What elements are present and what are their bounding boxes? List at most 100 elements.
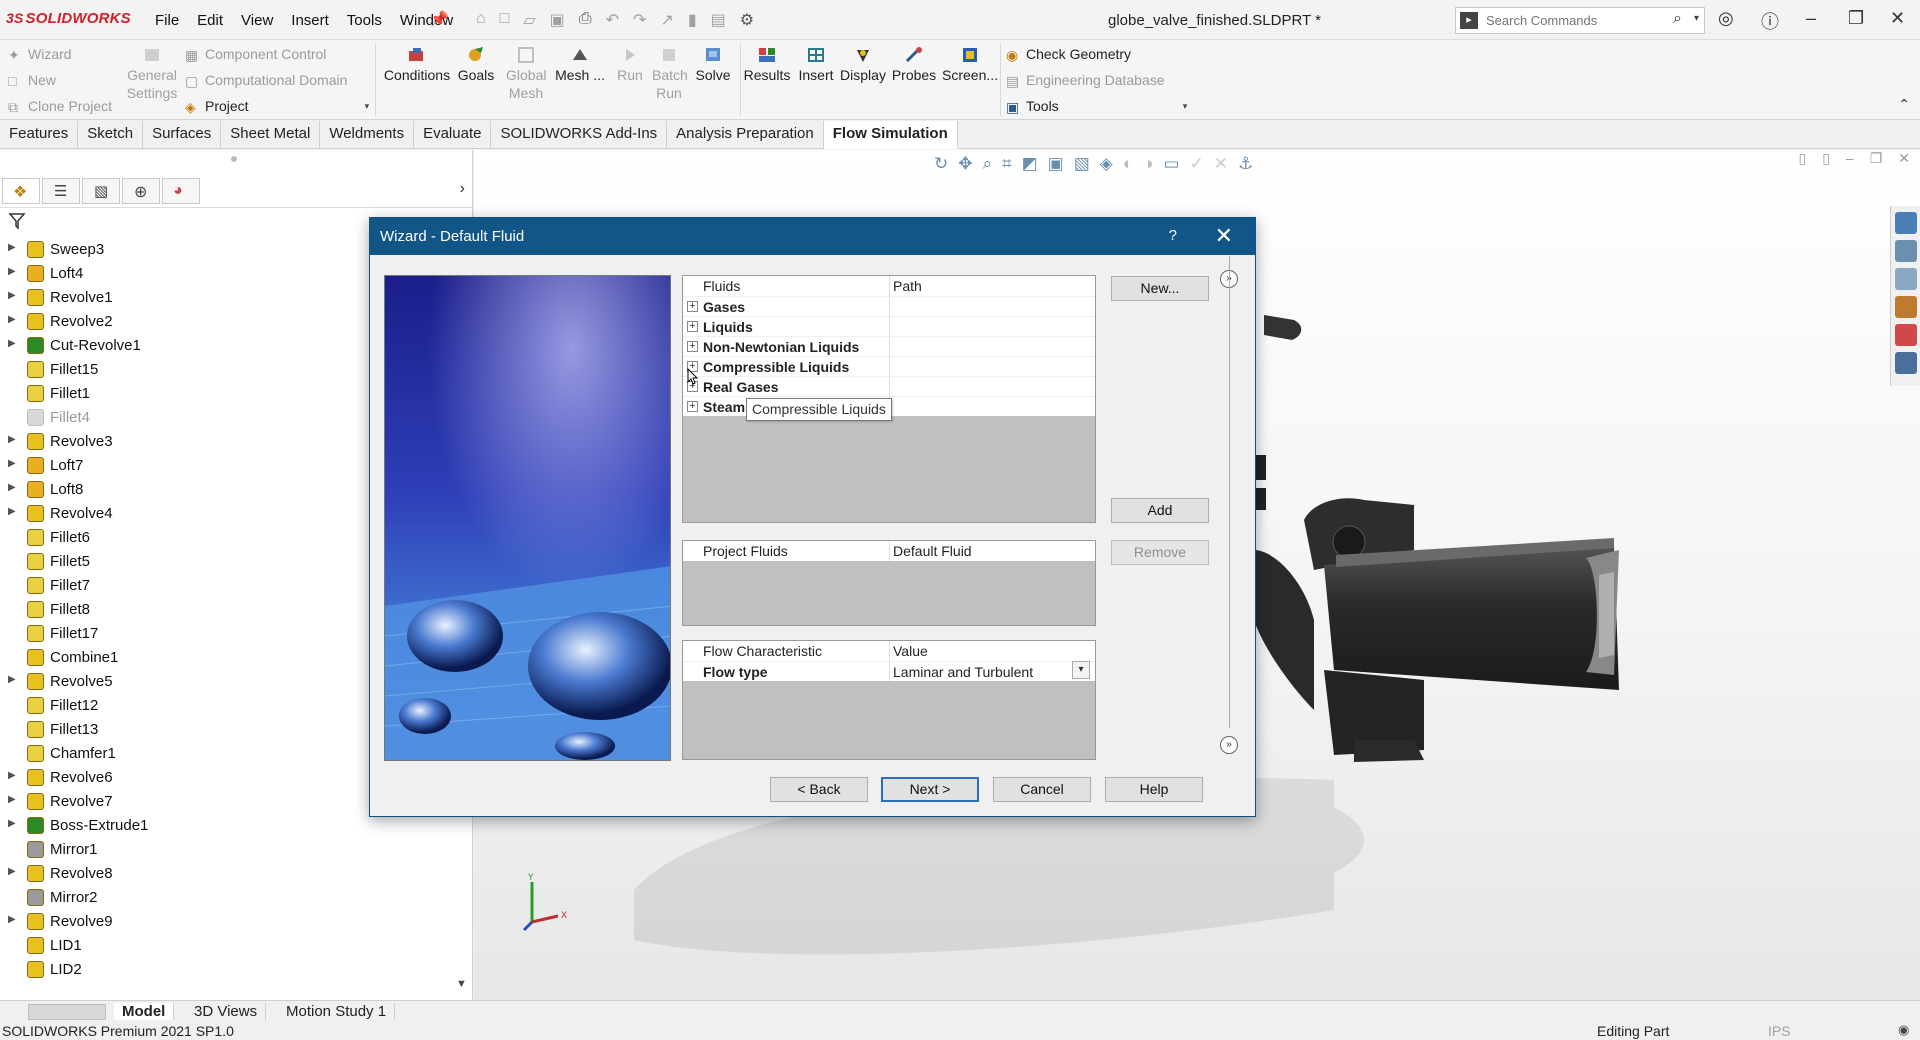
options-gear-icon[interactable]: ⚙ — [740, 10, 754, 30]
project-dropdown-icon[interactable]: ▾ — [365, 101, 370, 112]
engineering-database-command[interactable]: ▤ Engineering Database — [1006, 72, 1165, 89]
tree-item[interactable]: ▶ Revolve8 — [0, 862, 440, 886]
redo-icon[interactable]: ↷ — [633, 10, 646, 30]
flow-type-dropdown-icon[interactable]: ▾ — [1072, 661, 1090, 679]
print-icon[interactable]: ⎙ — [579, 10, 592, 30]
configuration-manager-tab[interactable]: ▧ — [82, 178, 120, 204]
menu-insert[interactable]: Insert — [282, 12, 338, 29]
tab-motion-study-1[interactable]: Motion Study 1 — [278, 1003, 396, 1020]
feature-manager-tab[interactable]: ❖ — [2, 178, 40, 204]
dialog-title-bar[interactable]: Wizard - Default Fluid ? ✕ — [370, 218, 1255, 255]
expand-icon[interactable]: + — [687, 321, 698, 332]
pin-icon[interactable]: 📌 — [430, 10, 449, 28]
menu-window[interactable]: Window — [391, 12, 462, 29]
path-column-header[interactable]: Path — [893, 278, 922, 294]
default-fluid-column-header[interactable]: Default Fluid — [893, 543, 972, 559]
conditions-button[interactable]: Conditions — [382, 46, 452, 84]
save-icon[interactable]: ▣ — [550, 10, 565, 30]
appearances-icon[interactable] — [1895, 324, 1917, 346]
search-icon[interactable]: ⌕ — [1673, 10, 1682, 28]
custom-properties-icon[interactable] — [1895, 352, 1917, 374]
tab-solidworks-add-ins[interactable]: SOLIDWORKS Add-Ins — [491, 121, 668, 149]
display-manager-tab[interactable]: ◕ — [162, 178, 200, 204]
run-button[interactable]: Run — [612, 46, 648, 84]
screen-button[interactable]: Screen... — [942, 46, 998, 84]
next-button[interactable]: Next > — [881, 777, 979, 802]
wizard-command[interactable]: ✦ Wizard — [8, 46, 72, 63]
menu-file[interactable]: File — [146, 12, 188, 29]
dimxpert-tab[interactable]: ⊕ — [122, 178, 160, 204]
tab-surfaces[interactable]: Surfaces — [143, 121, 222, 149]
fluid-group-gases[interactable]: + Gases — [683, 296, 1095, 316]
design-library-icon[interactable] — [1895, 240, 1917, 262]
tree-item[interactable]: Mirror2 — [0, 886, 440, 910]
dialog-help-icon[interactable]: ? — [1169, 227, 1177, 244]
expand-arrow-icon[interactable]: ▶ — [8, 434, 16, 445]
expand-arrow-icon[interactable]: ▶ — [8, 506, 16, 517]
home-icon[interactable]: ⌂ — [476, 10, 486, 30]
search-input[interactable] — [1486, 11, 1656, 30]
user-account-icon[interactable]: ◎ — [1718, 8, 1734, 29]
tab-sketch[interactable]: Sketch — [78, 121, 144, 149]
expand-bottom-icon[interactable]: » — [1220, 736, 1238, 754]
flow-characteristic-column-header[interactable]: Flow Characteristic — [703, 643, 822, 659]
expand-arrow-icon[interactable]: ▶ — [8, 674, 16, 685]
panel-grip[interactable] — [231, 156, 237, 162]
check-geometry-command[interactable]: ◉ Check Geometry — [1006, 46, 1131, 63]
value-column-header[interactable]: Value — [893, 643, 928, 659]
tree-item[interactable]: LID1 — [0, 934, 440, 958]
probes-button[interactable]: Probes — [890, 46, 938, 84]
insert-button[interactable]: Insert — [793, 46, 839, 84]
expand-icon[interactable]: + — [687, 301, 698, 312]
tab-features[interactable]: Features — [0, 121, 79, 149]
property-manager-tab[interactable]: ☰ — [42, 178, 80, 204]
cancel-button[interactable]: Cancel — [993, 777, 1091, 802]
expand-icon[interactable]: + — [687, 401, 698, 412]
filter-icon[interactable] — [8, 212, 26, 230]
expand-arrow-icon[interactable]: ▶ — [8, 338, 16, 349]
remove-fluid-button[interactable]: Remove — [1111, 540, 1209, 565]
expand-arrow-icon[interactable]: ▶ — [8, 242, 16, 253]
close-window-icon[interactable]: ✕ — [1890, 8, 1905, 29]
tab-sheet-metal[interactable]: Sheet Metal — [221, 121, 321, 149]
expand-arrow-icon[interactable]: ▶ — [8, 914, 16, 925]
menu-view[interactable]: View — [232, 12, 282, 29]
expand-icon[interactable]: + — [687, 341, 698, 352]
dialog-close-icon[interactable]: ✕ — [1215, 223, 1233, 249]
tools-command[interactable]: ▣ Tools ▾ — [1006, 98, 1188, 115]
add-fluid-button[interactable]: Add — [1111, 498, 1209, 523]
project-command[interactable]: ◈ Project ▾ — [185, 98, 370, 115]
results-button[interactable]: Results — [742, 46, 792, 84]
help-icon[interactable]: ⓘ — [1761, 8, 1779, 34]
help-button[interactable]: Help — [1105, 777, 1203, 802]
back-button[interactable]: < Back — [770, 777, 868, 802]
fluid-group-real-gases[interactable]: + Real Gases — [683, 376, 1095, 396]
expand-arrow-icon[interactable]: ▶ — [8, 458, 16, 469]
tab-model[interactable]: Model — [114, 1003, 175, 1020]
tools-dropdown-icon[interactable]: ▾ — [1183, 101, 1188, 112]
tab-analysis-preparation[interactable]: Analysis Preparation — [667, 121, 824, 149]
tab-weldments[interactable]: Weldments — [320, 121, 415, 149]
display-button[interactable]: Display — [838, 46, 888, 84]
file-explorer-icon[interactable] — [1895, 268, 1917, 290]
new-project-command[interactable]: □ New — [8, 72, 56, 89]
expand-arrow-icon[interactable]: ▶ — [8, 266, 16, 277]
undo-icon[interactable]: ↶ — [606, 10, 619, 30]
resources-home-icon[interactable] — [1895, 212, 1917, 234]
project-fluids-column-header[interactable]: Project Fluids — [703, 543, 788, 559]
new-fluid-button[interactable]: New... — [1111, 276, 1209, 301]
rebuild-icon[interactable]: ▮ — [688, 10, 697, 30]
chevron-right-icon[interactable]: › — [460, 180, 465, 198]
menu-edit[interactable]: Edit — [188, 12, 232, 29]
open-icon[interactable]: ▱ — [523, 10, 535, 30]
component-control-command[interactable]: ▦ Component Control — [185, 46, 326, 63]
expand-arrow-icon[interactable]: ▶ — [8, 794, 16, 805]
new-document-icon[interactable]: □ — [500, 10, 510, 30]
computational-domain-command[interactable]: ▢ Computational Domain — [185, 72, 347, 89]
rebuild-status-icon[interactable]: ◉ — [1898, 1022, 1909, 1038]
search-dropdown-icon[interactable]: ▾ — [1694, 13, 1699, 24]
unit-system[interactable]: IPS — [1768, 1023, 1791, 1039]
expand-arrow-icon[interactable]: ▶ — [8, 866, 16, 877]
restore-icon[interactable]: ❐ — [1848, 8, 1864, 29]
mesh-button[interactable]: Mesh ... — [554, 46, 606, 84]
